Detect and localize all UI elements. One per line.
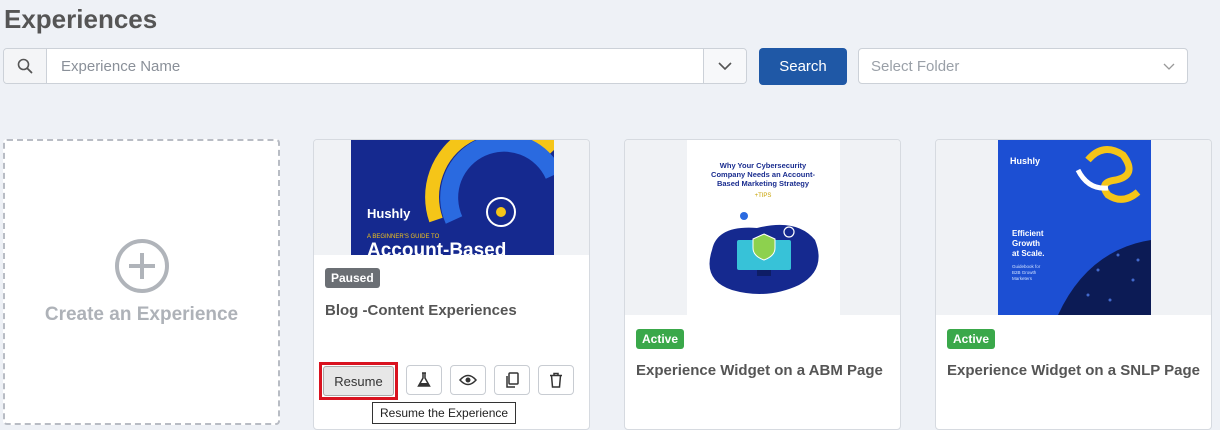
copy-icon [506,372,519,388]
chevron-down-icon [1163,63,1175,70]
card-thumbnail: Why Your Cybersecurity Company Needs an … [625,140,900,315]
card-title: Blog -Content Experiences [325,302,517,319]
eye-icon [459,374,477,386]
thumb-tag: +TIPS [755,193,772,199]
flask-icon [417,372,431,387]
status-badge: Paused [325,268,380,288]
search-dropdown-toggle[interactable] [703,49,746,83]
create-experience-card[interactable]: Create an Experience [3,139,280,425]
resume-tooltip: Resume the Experience [372,402,517,424]
chevron-down-icon [718,62,732,70]
experience-card[interactable]: Hushly Efficient Growth at Scale. Guideb… [935,139,1212,430]
search-input[interactable] [47,49,703,83]
folder-select-placeholder: Select Folder [871,57,960,75]
page-title: Experiences [4,4,158,34]
thumb-line1: Efficient [1012,229,1044,238]
thumb-line2: Company Needs an Account- [711,170,815,179]
delete-button[interactable] [538,365,574,395]
thumb-brand: Hushly [1010,156,1040,166]
card-title: Experience Widget on a SNLP Page [947,362,1200,379]
duplicate-button[interactable] [494,365,530,395]
thumb-sub2: B2B Growth [1012,270,1037,275]
card-actions: Resume [319,362,574,400]
folder-select[interactable]: Select Folder [858,48,1188,84]
status-badge: Active [636,329,685,349]
thumb-line2: Growth [1012,239,1040,248]
thumb-sub3: Marketers [1012,276,1033,281]
experience-card[interactable]: Hushly A BEGINNER'S GUIDE TO Account-Bas… [313,139,590,430]
plus-circle-icon [114,239,169,293]
thumb-brand: Hushly [367,206,411,221]
status-badge: Active [947,329,996,349]
search-button[interactable]: Search [759,48,847,85]
create-experience-label: Create an Experience [44,304,239,325]
preview-button[interactable] [450,365,486,395]
trash-icon [550,372,562,388]
resume-button[interactable]: Resume [323,366,394,396]
search-group [3,48,747,84]
test-button[interactable] [406,365,442,395]
card-thumbnail: Hushly A BEGINNER'S GUIDE TO Account-Bas… [314,140,589,255]
thumb-headline: Account-Based [367,240,506,255]
card-title: Experience Widget on a ABM Page [636,362,883,379]
thumb-line3: at Scale. [1012,249,1044,258]
experience-card[interactable]: Why Your Cybersecurity Company Needs an … [624,139,901,430]
thumb-line1: Why Your Cybersecurity [720,161,807,170]
resume-highlight: Resume [319,362,398,400]
search-icon [4,49,47,83]
thumb-sub1: Guidebook for [1012,264,1041,269]
card-thumbnail: Hushly Efficient Growth at Scale. Guideb… [936,140,1211,315]
thumb-line3: Based Marketing Strategy [717,179,810,188]
